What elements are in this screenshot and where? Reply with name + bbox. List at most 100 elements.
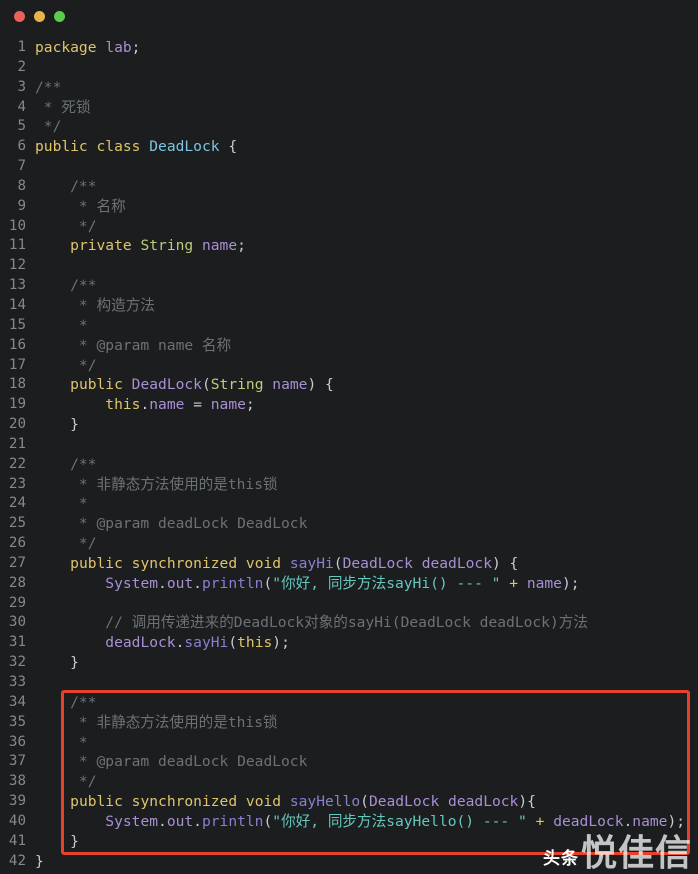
- code-token: System: [105, 812, 159, 830]
- code-token: ) {: [491, 554, 519, 572]
- code-line-content: }: [26, 852, 698, 872]
- code-line[interactable]: 24 *: [0, 494, 698, 514]
- maximize-window-button[interactable]: [54, 10, 65, 22]
- code-line[interactable]: 10 */: [0, 217, 698, 237]
- code-line-content: */: [26, 356, 698, 376]
- code-line-content: private String name;: [26, 236, 698, 256]
- code-line[interactable]: 40 System.out.println("你好, 同步方法sayHello(…: [0, 812, 698, 832]
- code-token: ;: [131, 39, 141, 56]
- code-line[interactable]: 36 *: [0, 733, 698, 753]
- code-line[interactable]: 23 * 非静态方法使用的是this锁: [0, 475, 698, 495]
- code-line[interactable]: 8 /**: [0, 177, 698, 197]
- code-line[interactable]: 28 System.out.println("你好, 同步方法sayHi() -…: [0, 574, 698, 594]
- code-line[interactable]: 7: [0, 157, 698, 177]
- code-line-content: public class DeadLock {: [26, 137, 698, 157]
- line-number: 41: [8, 832, 26, 849]
- code-line-content: public synchronized void sayHello(DeadLo…: [26, 792, 698, 812]
- code-token: );: [667, 812, 686, 830]
- code-line[interactable]: 18 public DeadLock(String name) {: [0, 375, 698, 395]
- line-number: 39: [8, 793, 26, 810]
- code-line[interactable]: 37 * @param deadLock DeadLock: [0, 752, 698, 772]
- code-line[interactable]: 25 * @param deadLock DeadLock: [0, 514, 698, 534]
- code-token: * 非静态方法使用的是this锁: [35, 713, 278, 731]
- code-editor[interactable]: 1 package lab; 2 3/** 4 * 死锁 5 */6 public clas…: [0, 32, 698, 871]
- code-line-content: */: [26, 217, 698, 237]
- code-line-content: /**: [26, 455, 698, 475]
- code-line[interactable]: 1 package lab;: [0, 38, 698, 58]
- code-line[interactable]: 21: [0, 435, 698, 455]
- code-token: name: [526, 574, 562, 592]
- code-line[interactable]: 5 */: [0, 117, 698, 137]
- code-line-content: * 非静态方法使用的是this锁: [26, 475, 698, 495]
- code-token: this: [105, 396, 141, 414]
- code-line-content: /**: [26, 276, 698, 296]
- code-line[interactable]: 17 */: [0, 356, 698, 376]
- line-number: 26: [8, 535, 26, 552]
- code-line-content: }: [26, 832, 698, 852]
- code-line[interactable]: 22 /**: [0, 455, 698, 475]
- code-token: name: [201, 237, 238, 255]
- code-line[interactable]: 15 *: [0, 316, 698, 336]
- minimize-window-button[interactable]: [34, 10, 45, 22]
- code-line[interactable]: 20 }: [0, 415, 698, 435]
- code-token: *: [35, 733, 88, 751]
- code-token: ;: [237, 237, 246, 255]
- code-line[interactable]: 19 this.name = name;: [0, 395, 698, 415]
- code-line[interactable]: 13 /**: [0, 276, 698, 296]
- code-token: {: [219, 138, 238, 156]
- code-token: );: [561, 574, 580, 592]
- line-number: 12: [8, 257, 26, 274]
- code-line[interactable]: 6 public class DeadLock {: [0, 137, 698, 157]
- code-line[interactable]: 4 * 死锁: [0, 98, 698, 118]
- code-line[interactable]: 38 */: [0, 772, 698, 792]
- line-number: 21: [8, 435, 26, 452]
- code-token: name: [632, 812, 668, 830]
- code-line[interactable]: 32 }: [0, 653, 698, 673]
- code-token: * @param name 名称: [35, 336, 232, 354]
- code-token: (: [263, 574, 273, 592]
- code-line[interactable]: 34 /**: [0, 693, 698, 713]
- line-number: 35: [8, 713, 26, 730]
- code-token: */: [35, 217, 97, 235]
- line-number: 31: [8, 634, 26, 651]
- code-line-content: public DeadLock(String name) {: [26, 375, 698, 395]
- code-token: void: [245, 554, 282, 572]
- code-line-content: this.name = name;: [26, 395, 698, 415]
- code-line[interactable]: 26 */: [0, 534, 698, 554]
- code-token: // 调用传递进来的DeadLock对象的sayHi(DeadLock dead…: [35, 614, 588, 632]
- code-line[interactable]: 35 * 非静态方法使用的是this锁: [0, 713, 698, 733]
- code-line-content: /**: [26, 78, 698, 98]
- code-line-content: */: [26, 534, 698, 554]
- code-line[interactable]: 33: [0, 673, 698, 693]
- code-line[interactable]: 29: [0, 594, 698, 614]
- code-token: /**: [35, 455, 97, 473]
- code-token: println: [201, 812, 264, 830]
- code-line[interactable]: 12: [0, 256, 698, 276]
- code-token: sayHi: [289, 554, 334, 572]
- code-line[interactable]: 42}: [0, 852, 698, 872]
- code-line[interactable]: 39 public synchronized void sayHello(Dea…: [0, 792, 698, 812]
- code-line[interactable]: 31 deadLock.sayHi(this);: [0, 633, 698, 653]
- code-line[interactable]: 30 // 调用传递进来的DeadLock对象的sayHi(DeadLock d…: [0, 613, 698, 633]
- code-line[interactable]: 16 * @param name 名称: [0, 336, 698, 356]
- code-line[interactable]: 2: [0, 58, 698, 78]
- code-token: =: [184, 396, 211, 414]
- code-line[interactable]: 3 /**: [0, 78, 698, 98]
- line-number: 15: [8, 316, 26, 333]
- code-line[interactable]: 9 * 名称: [0, 197, 698, 217]
- code-line[interactable]: 11 private String name;: [0, 236, 698, 256]
- code-token: class: [96, 138, 141, 156]
- code-line[interactable]: 14 * 构造方法: [0, 296, 698, 316]
- code-line-content: *: [26, 316, 698, 336]
- code-line[interactable]: 41 }: [0, 832, 698, 852]
- close-window-button[interactable]: [14, 10, 25, 22]
- code-line[interactable]: 27 public synchronized void sayHi(DeadLo…: [0, 554, 698, 574]
